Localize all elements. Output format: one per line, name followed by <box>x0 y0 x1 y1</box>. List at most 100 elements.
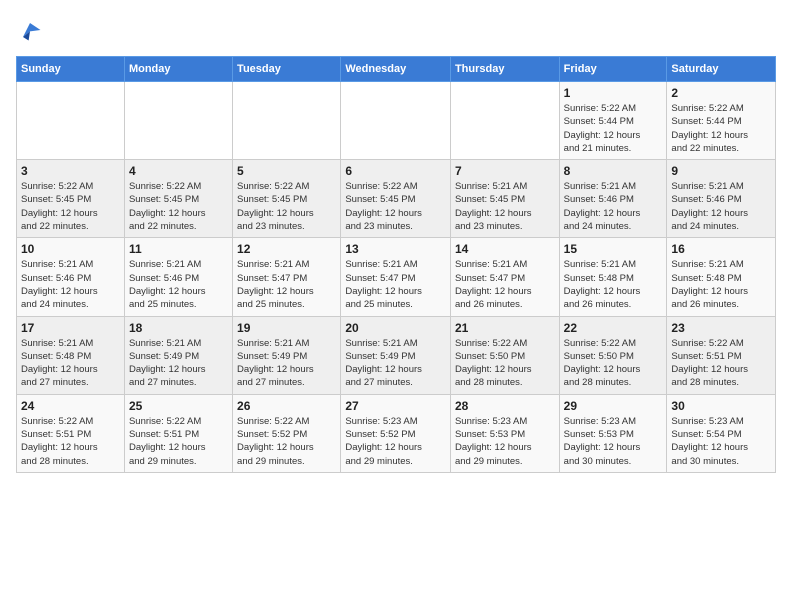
day-number: 3 <box>21 164 120 178</box>
day-info: Sunrise: 5:21 AM Sunset: 5:49 PM Dayligh… <box>345 337 446 390</box>
day-info: Sunrise: 5:22 AM Sunset: 5:44 PM Dayligh… <box>564 102 663 155</box>
day-number: 9 <box>671 164 771 178</box>
calendar-cell <box>233 82 341 160</box>
day-info: Sunrise: 5:21 AM Sunset: 5:46 PM Dayligh… <box>21 258 120 311</box>
calendar-cell: 29 Sunrise: 5:23 AM Sunset: 5:53 PM Dayli… <box>559 394 667 472</box>
day-header-wednesday: Wednesday <box>341 57 451 82</box>
day-number: 5 <box>237 164 336 178</box>
day-number: 8 <box>564 164 663 178</box>
day-info: Sunrise: 5:21 AM Sunset: 5:49 PM Dayligh… <box>129 337 228 390</box>
calendar-cell: 15 Sunrise: 5:21 AM Sunset: 5:48 PM Dayli… <box>559 238 667 316</box>
day-info: Sunrise: 5:22 AM Sunset: 5:50 PM Dayligh… <box>455 337 555 390</box>
calendar-cell: 14 Sunrise: 5:21 AM Sunset: 5:47 PM Dayli… <box>450 238 559 316</box>
day-info: Sunrise: 5:21 AM Sunset: 5:45 PM Dayligh… <box>455 180 555 233</box>
day-number: 11 <box>129 242 228 256</box>
calendar-cell: 10 Sunrise: 5:21 AM Sunset: 5:46 PM Dayli… <box>17 238 125 316</box>
calendar-cell: 18 Sunrise: 5:21 AM Sunset: 5:49 PM Dayli… <box>124 316 232 394</box>
day-header-saturday: Saturday <box>667 57 776 82</box>
day-header-sunday: Sunday <box>17 57 125 82</box>
calendar-cell: 23 Sunrise: 5:22 AM Sunset: 5:51 PM Dayli… <box>667 316 776 394</box>
day-number: 14 <box>455 242 555 256</box>
calendar-cell: 1Sunrise: 5:22 AM Sunset: 5:44 PM Daylig… <box>559 82 667 160</box>
calendar-cell: 17 Sunrise: 5:21 AM Sunset: 5:48 PM Dayli… <box>17 316 125 394</box>
day-info: Sunrise: 5:22 AM Sunset: 5:51 PM Dayligh… <box>671 337 771 390</box>
day-number: 4 <box>129 164 228 178</box>
calendar-cell: 6Sunrise: 5:22 AM Sunset: 5:45 PM Daylig… <box>341 160 451 238</box>
calendar-cell: 5 Sunrise: 5:22 AM Sunset: 5:45 PM Daylig… <box>233 160 341 238</box>
day-info: Sunrise: 5:22 AM Sunset: 5:45 PM Dayligh… <box>21 180 120 233</box>
day-info: Sunrise: 5:21 AM Sunset: 5:47 PM Dayligh… <box>345 258 446 311</box>
day-info: Sunrise: 5:21 AM Sunset: 5:46 PM Dayligh… <box>671 180 771 233</box>
day-number: 23 <box>671 321 771 335</box>
day-info: Sunrise: 5:21 AM Sunset: 5:47 PM Dayligh… <box>455 258 555 311</box>
day-number: 7 <box>455 164 555 178</box>
day-info: Sunrise: 5:22 AM Sunset: 5:50 PM Dayligh… <box>564 337 663 390</box>
calendar-cell: 27 Sunrise: 5:23 AM Sunset: 5:52 PM Dayli… <box>341 394 451 472</box>
day-number: 2 <box>671 86 771 100</box>
calendar-cell: 4 Sunrise: 5:22 AM Sunset: 5:45 PM Daylig… <box>124 160 232 238</box>
calendar-header-row: SundayMondayTuesdayWednesdayThursdayFrid… <box>17 57 776 82</box>
day-info: Sunrise: 5:23 AM Sunset: 5:53 PM Dayligh… <box>564 415 663 468</box>
day-number: 29 <box>564 399 663 413</box>
day-number: 13 <box>345 242 446 256</box>
day-number: 17 <box>21 321 120 335</box>
day-number: 21 <box>455 321 555 335</box>
calendar-week-row: 17 Sunrise: 5:21 AM Sunset: 5:48 PM Dayli… <box>17 316 776 394</box>
calendar-cell: 16 Sunrise: 5:21 AM Sunset: 5:48 PM Dayli… <box>667 238 776 316</box>
day-info: Sunrise: 5:21 AM Sunset: 5:46 PM Dayligh… <box>564 180 663 233</box>
day-info: Sunrise: 5:22 AM Sunset: 5:45 PM Dayligh… <box>237 180 336 233</box>
day-info: Sunrise: 5:23 AM Sunset: 5:54 PM Dayligh… <box>671 415 771 468</box>
day-info: Sunrise: 5:21 AM Sunset: 5:48 PM Dayligh… <box>671 258 771 311</box>
day-number: 10 <box>21 242 120 256</box>
day-number: 30 <box>671 399 771 413</box>
day-number: 12 <box>237 242 336 256</box>
day-info: Sunrise: 5:22 AM Sunset: 5:51 PM Dayligh… <box>129 415 228 468</box>
day-info: Sunrise: 5:22 AM Sunset: 5:45 PM Dayligh… <box>345 180 446 233</box>
day-info: Sunrise: 5:22 AM Sunset: 5:52 PM Dayligh… <box>237 415 336 468</box>
day-header-tuesday: Tuesday <box>233 57 341 82</box>
calendar-cell: 9 Sunrise: 5:21 AM Sunset: 5:46 PM Daylig… <box>667 160 776 238</box>
calendar-cell: 19Sunrise: 5:21 AM Sunset: 5:49 PM Dayli… <box>233 316 341 394</box>
day-number: 20 <box>345 321 446 335</box>
day-number: 22 <box>564 321 663 335</box>
calendar-cell <box>341 82 451 160</box>
logo <box>16 16 48 44</box>
calendar-week-row: 24Sunrise: 5:22 AM Sunset: 5:51 PM Dayli… <box>17 394 776 472</box>
calendar-cell: 25 Sunrise: 5:22 AM Sunset: 5:51 PM Dayli… <box>124 394 232 472</box>
calendar-cell: 8 Sunrise: 5:21 AM Sunset: 5:46 PM Daylig… <box>559 160 667 238</box>
calendar-cell: 11 Sunrise: 5:21 AM Sunset: 5:46 PM Dayli… <box>124 238 232 316</box>
calendar-week-row: 1Sunrise: 5:22 AM Sunset: 5:44 PM Daylig… <box>17 82 776 160</box>
day-info: Sunrise: 5:22 AM Sunset: 5:45 PM Dayligh… <box>129 180 228 233</box>
day-number: 16 <box>671 242 771 256</box>
calendar-cell: 3 Sunrise: 5:22 AM Sunset: 5:45 PM Daylig… <box>17 160 125 238</box>
day-info: Sunrise: 5:23 AM Sunset: 5:53 PM Dayligh… <box>455 415 555 468</box>
calendar-cell: 7 Sunrise: 5:21 AM Sunset: 5:45 PM Daylig… <box>450 160 559 238</box>
calendar: SundayMondayTuesdayWednesdayThursdayFrid… <box>16 56 776 473</box>
day-info: Sunrise: 5:21 AM Sunset: 5:48 PM Dayligh… <box>564 258 663 311</box>
header <box>16 16 776 44</box>
calendar-cell: 24Sunrise: 5:22 AM Sunset: 5:51 PM Dayli… <box>17 394 125 472</box>
day-number: 27 <box>345 399 446 413</box>
calendar-cell: 22 Sunrise: 5:22 AM Sunset: 5:50 PM Dayli… <box>559 316 667 394</box>
day-info: Sunrise: 5:21 AM Sunset: 5:46 PM Dayligh… <box>129 258 228 311</box>
day-number: 15 <box>564 242 663 256</box>
calendar-cell: 26Sunrise: 5:22 AM Sunset: 5:52 PM Dayli… <box>233 394 341 472</box>
day-info: Sunrise: 5:21 AM Sunset: 5:47 PM Dayligh… <box>237 258 336 311</box>
day-header-thursday: Thursday <box>450 57 559 82</box>
day-number: 25 <box>129 399 228 413</box>
day-info: Sunrise: 5:21 AM Sunset: 5:48 PM Dayligh… <box>21 337 120 390</box>
calendar-week-row: 3 Sunrise: 5:22 AM Sunset: 5:45 PM Daylig… <box>17 160 776 238</box>
calendar-cell: 13 Sunrise: 5:21 AM Sunset: 5:47 PM Dayli… <box>341 238 451 316</box>
day-number: 18 <box>129 321 228 335</box>
calendar-cell <box>124 82 232 160</box>
day-info: Sunrise: 5:21 AM Sunset: 5:49 PM Dayligh… <box>237 337 336 390</box>
calendar-cell: 28Sunrise: 5:23 AM Sunset: 5:53 PM Dayli… <box>450 394 559 472</box>
day-info: Sunrise: 5:22 AM Sunset: 5:44 PM Dayligh… <box>671 102 771 155</box>
day-header-friday: Friday <box>559 57 667 82</box>
calendar-week-row: 10 Sunrise: 5:21 AM Sunset: 5:46 PM Dayli… <box>17 238 776 316</box>
logo-bird-icon <box>16 16 44 44</box>
day-info: Sunrise: 5:23 AM Sunset: 5:52 PM Dayligh… <box>345 415 446 468</box>
day-info: Sunrise: 5:22 AM Sunset: 5:51 PM Dayligh… <box>21 415 120 468</box>
calendar-cell: 2 Sunrise: 5:22 AM Sunset: 5:44 PM Daylig… <box>667 82 776 160</box>
calendar-cell <box>450 82 559 160</box>
